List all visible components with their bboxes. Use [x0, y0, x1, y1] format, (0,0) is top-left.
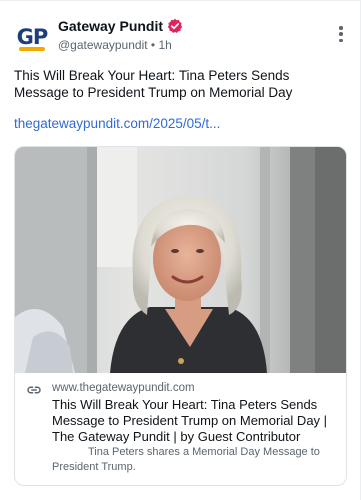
meta-separator: • [150, 38, 156, 52]
post-link[interactable]: thegatewaypundit.com/2025/05/t... [14, 116, 220, 131]
link-preview-description: Tina Peters shares a Memorial Day Messag… [52, 446, 320, 473]
feed-post: GP Gateway Pundit @gatewaypundit • 1h Th… [0, 0, 361, 500]
post-time[interactable]: 1h [158, 38, 171, 52]
divider [0, 0, 361, 1]
more-options-icon[interactable] [335, 24, 347, 44]
link-preview-card[interactable]: www.thegatewaypundit.com This Will Break… [14, 146, 347, 486]
link-preview-image[interactable] [15, 147, 346, 373]
author-handle[interactable]: @gatewaypundit [58, 38, 148, 52]
link-icon [27, 386, 41, 394]
author-name[interactable]: Gateway Pundit [58, 18, 163, 34]
author-row: Gateway Pundit [58, 18, 183, 34]
avatar[interactable]: GP [12, 17, 52, 57]
avatar-swoosh [19, 47, 45, 51]
post-text: This Will Break Your Heart: Tina Peters … [14, 68, 293, 100]
post-meta: @gatewaypundit • 1h [58, 38, 172, 52]
link-preview-title: This Will Break Your Heart: Tina Peters … [52, 397, 328, 444]
verified-badge-icon [167, 18, 183, 33]
preview-photo [15, 147, 346, 373]
link-preview-domain: www.thegatewaypundit.com [52, 382, 195, 394]
avatar-logo-text: GP [16, 25, 49, 49]
